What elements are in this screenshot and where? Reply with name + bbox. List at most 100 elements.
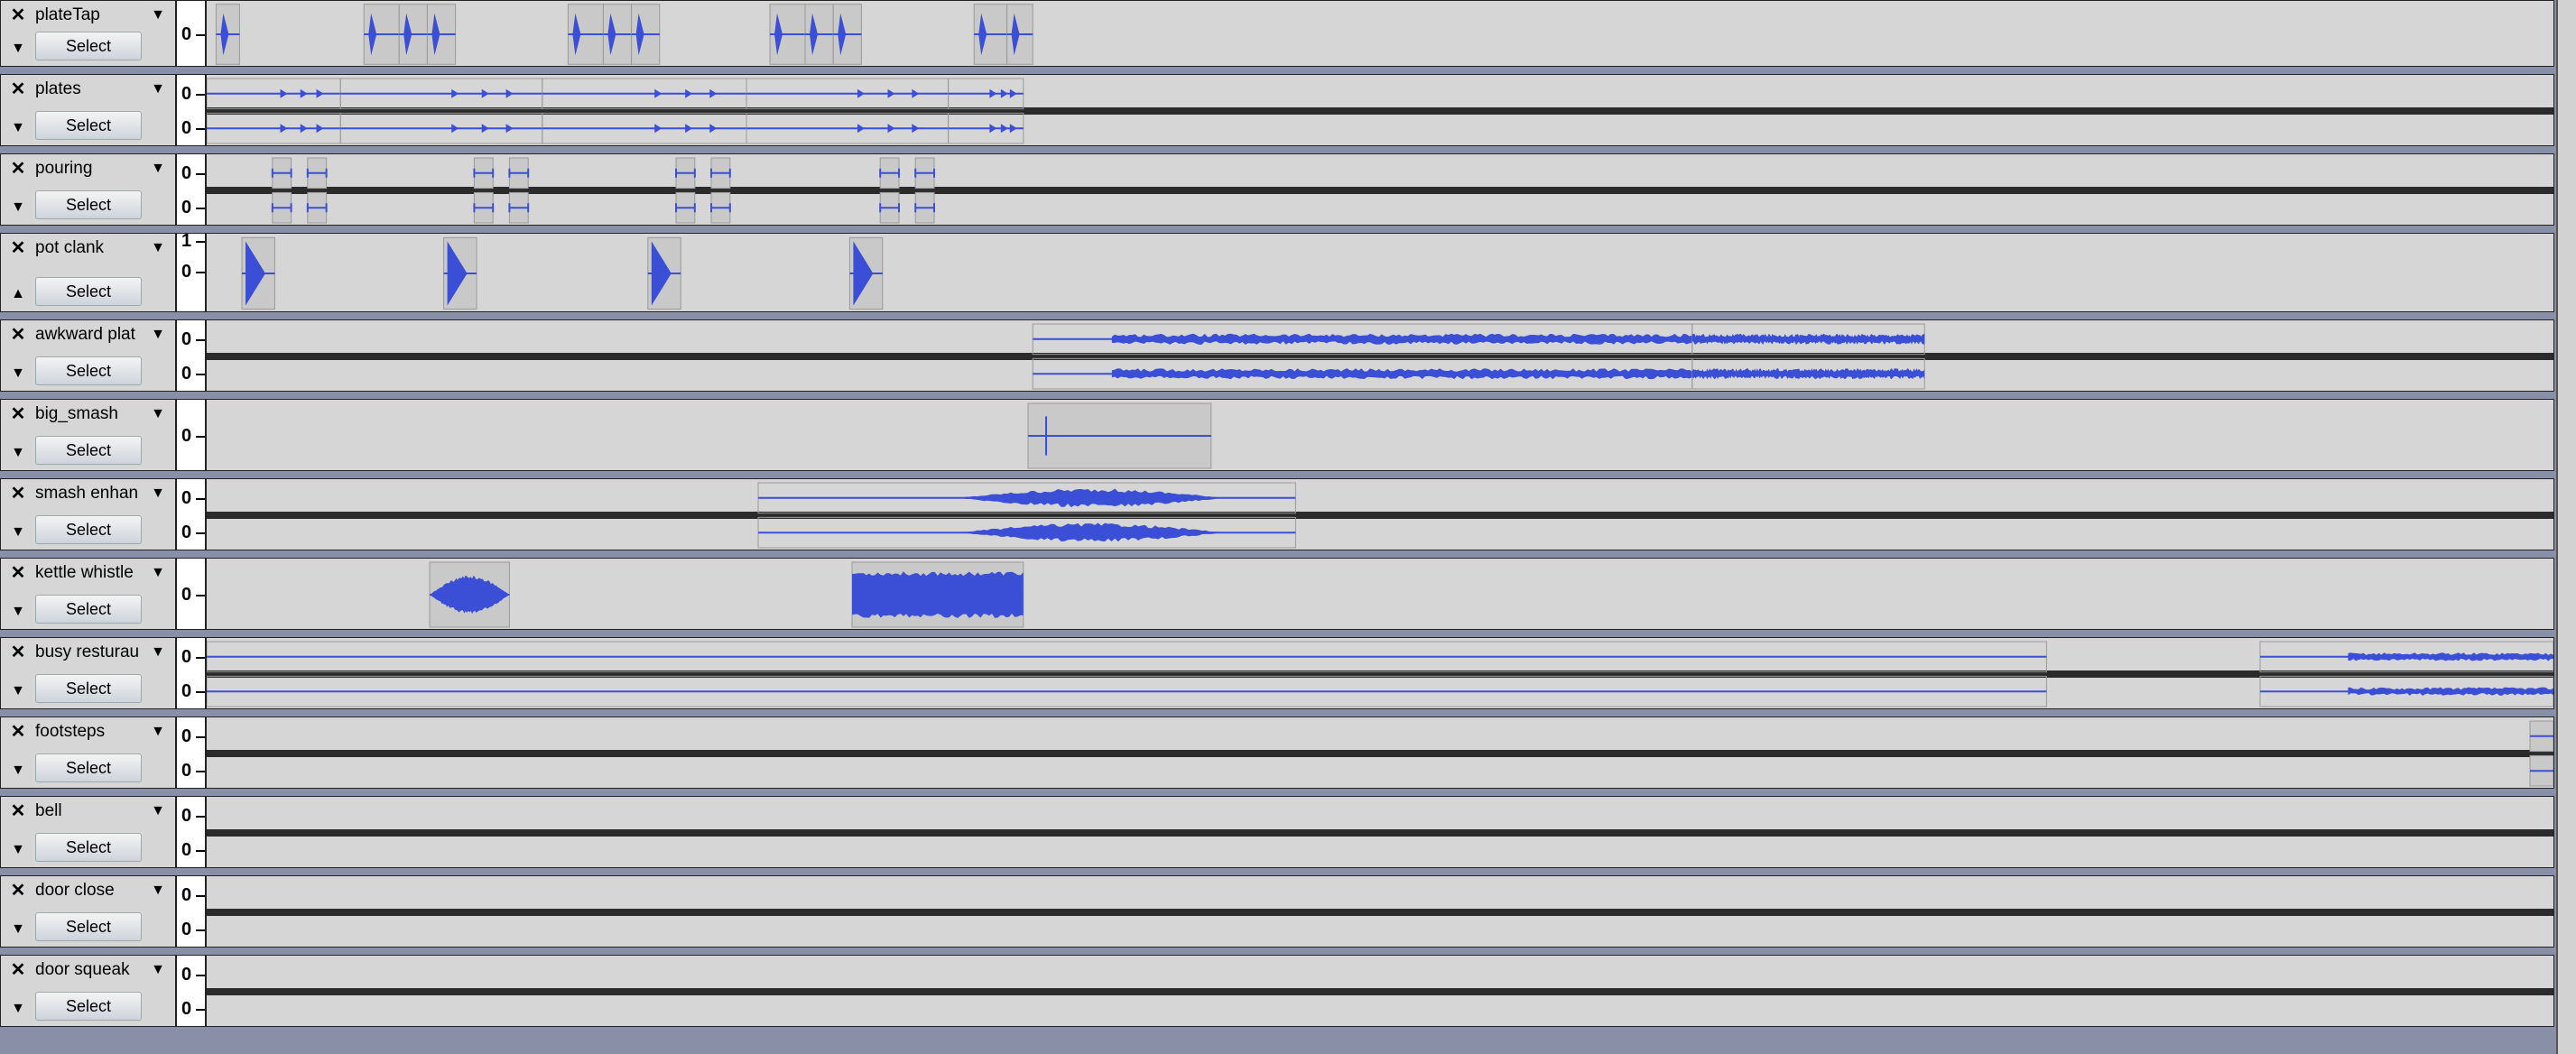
collapse-icon[interactable]: ▼ xyxy=(5,116,32,140)
track-name[interactable]: door close xyxy=(35,878,142,902)
close-icon[interactable]: ✕ xyxy=(5,402,32,426)
track-control-panel[interactable]: ✕ pouring ▼ ▼ Select xyxy=(0,153,176,226)
collapse-icon[interactable]: ▼ xyxy=(5,521,32,544)
track-menu-chevron-icon[interactable]: ▼ xyxy=(142,77,174,101)
close-icon[interactable]: ✕ xyxy=(5,800,32,823)
track-name[interactable]: plateTap xyxy=(35,3,142,27)
collapse-icon[interactable]: ▼ xyxy=(5,997,32,1021)
track-name[interactable]: awkward plat xyxy=(35,322,142,347)
track-control-panel[interactable]: ✕ plateTap ▼ ▼ Select xyxy=(0,0,176,67)
select-button[interactable]: Select xyxy=(35,190,142,219)
track-menu-chevron-icon[interactable]: ▼ xyxy=(142,957,174,982)
select-button[interactable]: Select xyxy=(35,674,142,703)
audio-lane[interactable] xyxy=(206,717,2554,789)
track-menu-chevron-icon[interactable]: ▼ xyxy=(142,560,174,585)
track-name[interactable]: door squeak xyxy=(35,957,142,982)
collapse-icon[interactable]: ▼ xyxy=(5,600,32,624)
close-icon[interactable]: ✕ xyxy=(5,641,32,664)
audio-lane[interactable] xyxy=(206,637,2554,709)
track-control-panel[interactable]: ✕ awkward plat ▼ ▼ Select xyxy=(0,319,176,392)
audio-clip xyxy=(241,236,275,310)
track-menu-chevron-icon[interactable]: ▼ xyxy=(142,719,174,744)
track-name[interactable]: pouring xyxy=(35,156,142,180)
audio-lane[interactable] xyxy=(206,478,2554,550)
close-icon[interactable]: ✕ xyxy=(5,958,32,982)
audio-lane[interactable] xyxy=(206,153,2554,226)
track-control-panel[interactable]: ✕ pot clank ▼ ▲ Select xyxy=(0,233,176,312)
collapse-icon[interactable]: ▼ xyxy=(5,838,32,862)
track-name[interactable]: plates xyxy=(35,77,142,101)
select-button[interactable]: Select xyxy=(35,833,142,862)
close-icon[interactable]: ✕ xyxy=(5,236,32,260)
audio-lane[interactable] xyxy=(206,558,2554,630)
track-control-panel[interactable]: ✕ plates ▼ ▼ Select xyxy=(0,74,176,146)
track-name[interactable]: big_smash xyxy=(35,402,142,426)
collapse-icon[interactable]: ▼ xyxy=(5,918,32,941)
collapse-icon[interactable]: ▼ xyxy=(5,680,32,703)
close-icon[interactable]: ✕ xyxy=(5,78,32,101)
audio-lane[interactable] xyxy=(206,796,2554,868)
close-icon[interactable]: ✕ xyxy=(5,323,32,347)
select-button[interactable]: Select xyxy=(35,754,142,782)
track-menu-chevron-icon[interactable]: ▼ xyxy=(142,3,174,27)
collapse-icon[interactable]: ▼ xyxy=(5,196,32,219)
track-name[interactable]: footsteps xyxy=(35,719,142,744)
track-7: ✕ kettle whistle ▼ ▼ Select 0 xyxy=(0,558,2554,630)
track-menu-chevron-icon[interactable]: ▼ xyxy=(142,878,174,902)
select-button[interactable]: Select xyxy=(35,277,142,306)
collapse-icon[interactable]: ▼ xyxy=(5,362,32,385)
audio-lane[interactable] xyxy=(206,399,2554,471)
audio-lane[interactable] xyxy=(206,0,2554,67)
track-menu-chevron-icon[interactable]: ▼ xyxy=(142,402,174,426)
track-name[interactable]: busy resturau xyxy=(35,640,142,664)
select-button[interactable]: Select xyxy=(35,595,142,624)
audio-lane[interactable] xyxy=(206,233,2554,312)
track-name[interactable]: kettle whistle xyxy=(35,560,142,585)
vertical-scrollbar[interactable] xyxy=(2556,0,2576,1054)
collapse-icon[interactable]: ▼ xyxy=(5,759,32,782)
track-4: ✕ awkward plat ▼ ▼ Select 0 0 xyxy=(0,319,2554,392)
track-control-panel[interactable]: ✕ busy resturau ▼ ▼ Select xyxy=(0,637,176,709)
track-menu-chevron-icon[interactable]: ▼ xyxy=(142,236,174,260)
collapse-icon[interactable]: ▼ xyxy=(5,441,32,465)
select-button[interactable]: Select xyxy=(35,992,142,1021)
track-menu-chevron-icon[interactable]: ▼ xyxy=(142,640,174,664)
audio-lane[interactable] xyxy=(206,74,2554,146)
ruler-tick xyxy=(196,691,205,693)
close-icon[interactable]: ✕ xyxy=(5,157,32,180)
select-button[interactable]: Select xyxy=(35,356,142,385)
select-button[interactable]: Select xyxy=(35,515,142,544)
ruler-tick xyxy=(196,339,205,341)
track-menu-chevron-icon[interactable]: ▼ xyxy=(142,481,174,505)
track-control-panel[interactable]: ✕ door squeak ▼ ▼ Select xyxy=(0,955,176,1027)
select-button[interactable]: Select xyxy=(35,436,142,465)
track-menu-chevron-icon[interactable]: ▼ xyxy=(142,156,174,180)
track-control-panel[interactable]: ✕ footsteps ▼ ▼ Select xyxy=(0,717,176,789)
track-name[interactable]: bell xyxy=(35,799,142,823)
track-menu-chevron-icon[interactable]: ▼ xyxy=(142,322,174,347)
close-icon[interactable]: ✕ xyxy=(5,561,32,585)
track-menu-chevron-icon[interactable]: ▼ xyxy=(142,799,174,823)
track-control-panel[interactable]: ✕ kettle whistle ▼ ▼ Select xyxy=(0,558,176,630)
close-icon[interactable]: ✕ xyxy=(5,482,32,505)
track-control-panel[interactable]: ✕ smash enhan ▼ ▼ Select xyxy=(0,478,176,550)
track-control-panel[interactable]: ✕ bell ▼ ▼ Select xyxy=(0,796,176,868)
collapse-icon[interactable]: ▼ xyxy=(5,37,32,60)
track-panel-bottom xyxy=(0,1029,2556,1054)
close-icon[interactable]: ✕ xyxy=(5,4,32,27)
track-name[interactable]: smash enhan xyxy=(35,481,142,505)
ruler-label: 0 xyxy=(181,806,192,826)
track-control-panel[interactable]: ✕ big_smash ▼ ▼ Select xyxy=(0,399,176,471)
audio-lane[interactable] xyxy=(206,875,2554,948)
track-control-panel[interactable]: ✕ door close ▼ ▼ Select xyxy=(0,875,176,948)
track-name[interactable]: pot clank xyxy=(35,236,142,260)
audio-lane[interactable] xyxy=(206,955,2554,1027)
select-button[interactable]: Select xyxy=(35,111,142,140)
select-button[interactable]: Select xyxy=(35,912,142,941)
select-button[interactable]: Select xyxy=(35,32,142,60)
ruler-label: 0 xyxy=(181,681,192,701)
audio-lane[interactable] xyxy=(206,319,2554,392)
close-icon[interactable]: ✕ xyxy=(5,879,32,902)
close-icon[interactable]: ✕ xyxy=(5,720,32,744)
expand-icon[interactable]: ▲ xyxy=(5,282,32,306)
